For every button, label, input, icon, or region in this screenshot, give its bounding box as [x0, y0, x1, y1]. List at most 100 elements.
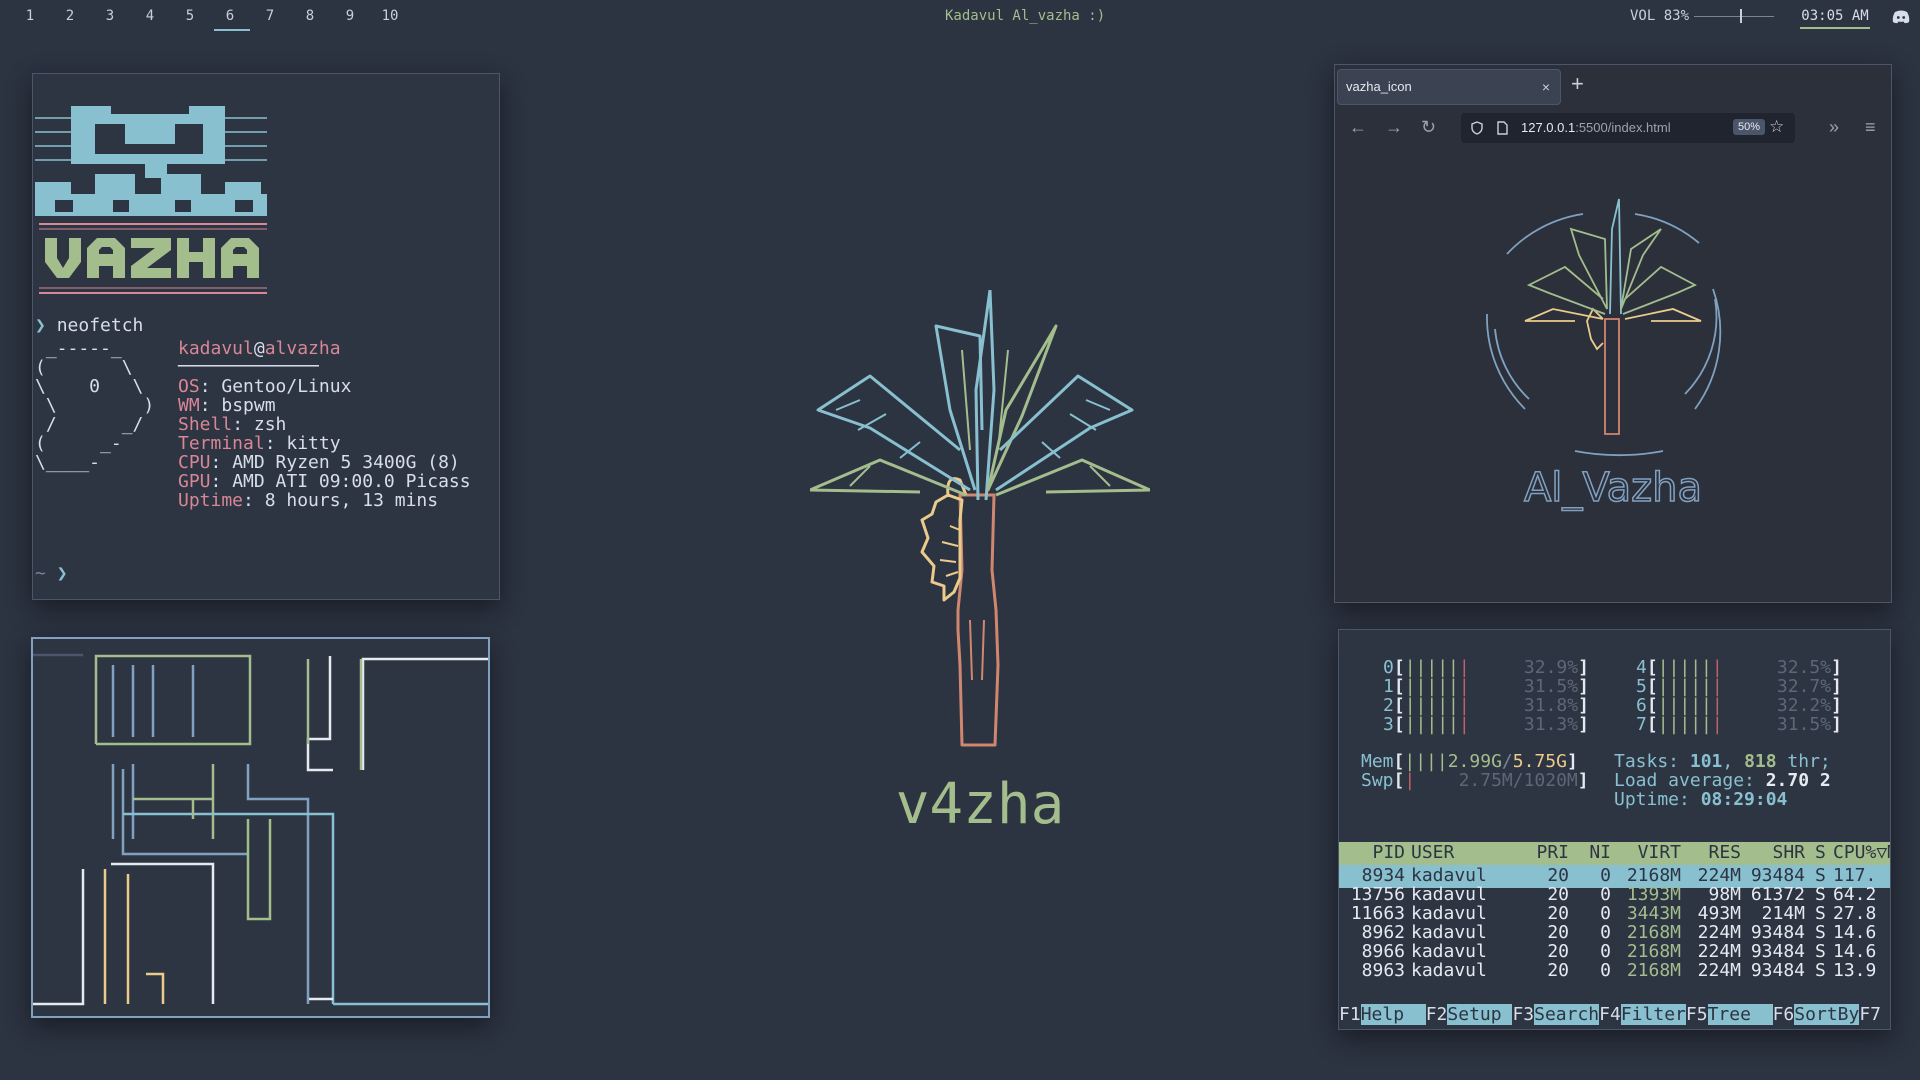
- forward-arrow-icon[interactable]: →: [1385, 117, 1403, 138]
- cpu-id: 0: [1383, 657, 1394, 678]
- info-line: GPU: AMD ATI 09:00.0 Picass: [178, 471, 471, 492]
- url-bar[interactable]: 127.0.0.1:5500/index.html 50% ☆: [1461, 113, 1795, 143]
- fkey-f6-label[interactable]: SortBy: [1794, 1004, 1860, 1025]
- cell-res: 224M: [1697, 922, 1741, 943]
- info-line: Shell: zsh: [178, 414, 286, 435]
- fkey-f3: F3: [1512, 1004, 1535, 1025]
- table-row[interactable]: 8934 kadavul 20 0 2168M 224M 93484 S 117.: [1339, 865, 1890, 886]
- function-key-bar: F1Help F2Setup F3SearchF4FilterF5Tree F6…: [1339, 1004, 1881, 1025]
- info-key: OS: [178, 376, 200, 397]
- cpu-id: 6: [1636, 695, 1647, 716]
- bookmark-star-icon[interactable]: ☆: [1769, 117, 1784, 137]
- discord-icon[interactable]: [1892, 10, 1910, 24]
- tab-vazha-icon[interactable]: vazha_icon ×: [1337, 69, 1561, 105]
- info-key: Shell: [178, 414, 233, 435]
- bracket-open: [: [1393, 657, 1405, 678]
- column-header-ni[interactable]: NI: [1575, 842, 1611, 863]
- htop-terminal[interactable]: 0[|||||| 32.9%] 1[|||||| 31.5%] 2[|||||| 3…: [1338, 629, 1891, 1030]
- cpu-bars: |||||: [1657, 676, 1712, 697]
- close-tab-icon[interactable]: ×: [1542, 70, 1550, 104]
- workspace-1[interactable]: 1: [10, 0, 50, 34]
- info-key: GPU: [178, 471, 211, 492]
- fkey-f1: F1: [1339, 1004, 1361, 1025]
- workspace-2[interactable]: 2: [50, 0, 90, 34]
- cell-cpu: 64.2: [1833, 884, 1877, 905]
- cell-s: S: [1815, 922, 1826, 943]
- site-title: Al_Vazha: [1523, 464, 1703, 512]
- column-header-pri[interactable]: PRI: [1509, 842, 1569, 863]
- info-value: : bspwm: [199, 395, 276, 416]
- workspace-10[interactable]: 10: [370, 0, 410, 34]
- info-value: : AMD ATI 09:00.0 Picass: [210, 471, 471, 492]
- cpu-bars: |||||: [1404, 714, 1459, 735]
- fkey-f2-label[interactable]: Setup: [1447, 1004, 1513, 1025]
- cpu-pct: 32.2%: [1776, 695, 1832, 716]
- cpu-id: 3: [1383, 714, 1394, 735]
- hamburger-menu-icon[interactable]: ≡: [1865, 117, 1876, 138]
- column-header-virt[interactable]: VIRT: [1617, 842, 1681, 863]
- prompt-symbol: ❯: [35, 315, 46, 336]
- top-bar: 1 2 3 4 5 6 7 8 9 10 Kadavul Al_vazha :) VOL 83% …: [0, 0, 1920, 34]
- column-header-shr[interactable]: SHR: [1741, 842, 1805, 863]
- column-header-s[interactable]: S: [1815, 842, 1829, 863]
- cell-pri: 20: [1547, 922, 1569, 943]
- workspace-9[interactable]: 9: [330, 0, 370, 34]
- distro-logo-line: \ 0 \: [35, 376, 144, 397]
- neofetch-terminal[interactable]: ❯ neofetch _-----_( \ \ 0 \ \ ) / _/( _- \…: [32, 73, 500, 600]
- cpu-bars: |||||: [1657, 695, 1712, 716]
- workspace-7[interactable]: 7: [250, 0, 290, 34]
- cpu-meter-1: 1[|||||| 31.5%]: [1383, 676, 1589, 697]
- process-table-header[interactable]: PID USERPRI NI VIRTRESSHR SCPU%▽M: [1339, 842, 1890, 865]
- cpu-gap: [1470, 676, 1524, 697]
- shield-icon[interactable]: [1471, 121, 1483, 135]
- workspace-5[interactable]: 5: [170, 0, 210, 34]
- column-header-cpu[interactable]: CPU%▽M: [1833, 842, 1890, 863]
- overflow-chevrons-icon[interactable]: »: [1829, 117, 1839, 138]
- workspace-3[interactable]: 3: [90, 0, 130, 34]
- url-text[interactable]: 127.0.0.1:5500/index.html: [1521, 120, 1671, 135]
- final-prompt[interactable]: ~ ❯: [35, 563, 68, 584]
- workspace-8[interactable]: 8: [290, 0, 330, 34]
- new-tab-button[interactable]: +: [1571, 71, 1584, 97]
- cell-res: 224M: [1697, 941, 1741, 962]
- fkey-f3-label[interactable]: Search: [1534, 1004, 1600, 1025]
- table-row[interactable]: 8962 kadavul 20 0 2168M 224M 93484 S 14.6: [1339, 922, 1890, 943]
- cpu-meter-7: 7[|||||| 31.5%]: [1636, 714, 1842, 735]
- table-row[interactable]: 13756 kadavul 20 0 1393M 98M 61372 S 64.2: [1339, 884, 1890, 905]
- table-row[interactable]: 8963 kadavul 20 0 2168M 224M 93484 S 13.9: [1339, 960, 1890, 981]
- column-header-res[interactable]: RES: [1681, 842, 1741, 863]
- url-path: :5500/index.html: [1575, 120, 1671, 135]
- back-arrow-icon[interactable]: ←: [1349, 117, 1367, 138]
- browser-window[interactable]: vazha_icon × + ← → ↻ 127.0.0.1:5500/inde…: [1334, 64, 1892, 603]
- zoom-badge[interactable]: 50%: [1733, 119, 1766, 135]
- mem-total: 5.75G: [1512, 751, 1567, 772]
- distro-logo-line: \____-: [35, 452, 101, 473]
- cpu-bar-red: |: [1711, 657, 1723, 678]
- volume-slider[interactable]: [1694, 9, 1774, 23]
- cell-ni: 0: [1600, 884, 1611, 905]
- mem-label: Mem: [1361, 751, 1394, 772]
- column-header-user[interactable]: USER: [1411, 842, 1511, 863]
- reload-icon[interactable]: ↻: [1421, 117, 1436, 138]
- workspace-4[interactable]: 4: [130, 0, 170, 34]
- volume-slider-knob[interactable]: [1740, 9, 1742, 23]
- fkey-f4-label[interactable]: Filter: [1620, 1004, 1686, 1025]
- mem-used: 2.99G: [1447, 751, 1502, 772]
- table-row[interactable]: 8966 kadavul 20 0 2168M 224M 93484 S 14.6: [1339, 941, 1890, 962]
- fkey-f1-label[interactable]: Help: [1360, 1004, 1426, 1025]
- column-header-pid[interactable]: PID: [1339, 842, 1405, 863]
- pipes-terminal[interactable]: [31, 637, 490, 1018]
- cpu-bars: |||||: [1657, 657, 1712, 678]
- table-row[interactable]: 11663 kadavul 20 0 3443M 493M 214M S 27.8: [1339, 903, 1890, 924]
- swap-meter: Swp[| 2.75M/1020M]: [1361, 770, 1589, 791]
- cell-virt: 2168M: [1626, 922, 1681, 943]
- load-label: Load average:: [1614, 770, 1766, 791]
- clock[interactable]: 03:05 AM: [1800, 0, 1870, 32]
- bracket-close: ]: [1578, 676, 1589, 697]
- bar-title: Kadavul Al_vazha :): [945, 8, 1106, 24]
- bracket-open: [: [1646, 676, 1658, 697]
- cell-user: kadavul: [1411, 884, 1487, 905]
- info-line: WM: bspwm: [178, 395, 276, 416]
- workspace-6[interactable]: 6: [210, 0, 250, 34]
- fkey-f5-label[interactable]: Tree: [1707, 1004, 1773, 1025]
